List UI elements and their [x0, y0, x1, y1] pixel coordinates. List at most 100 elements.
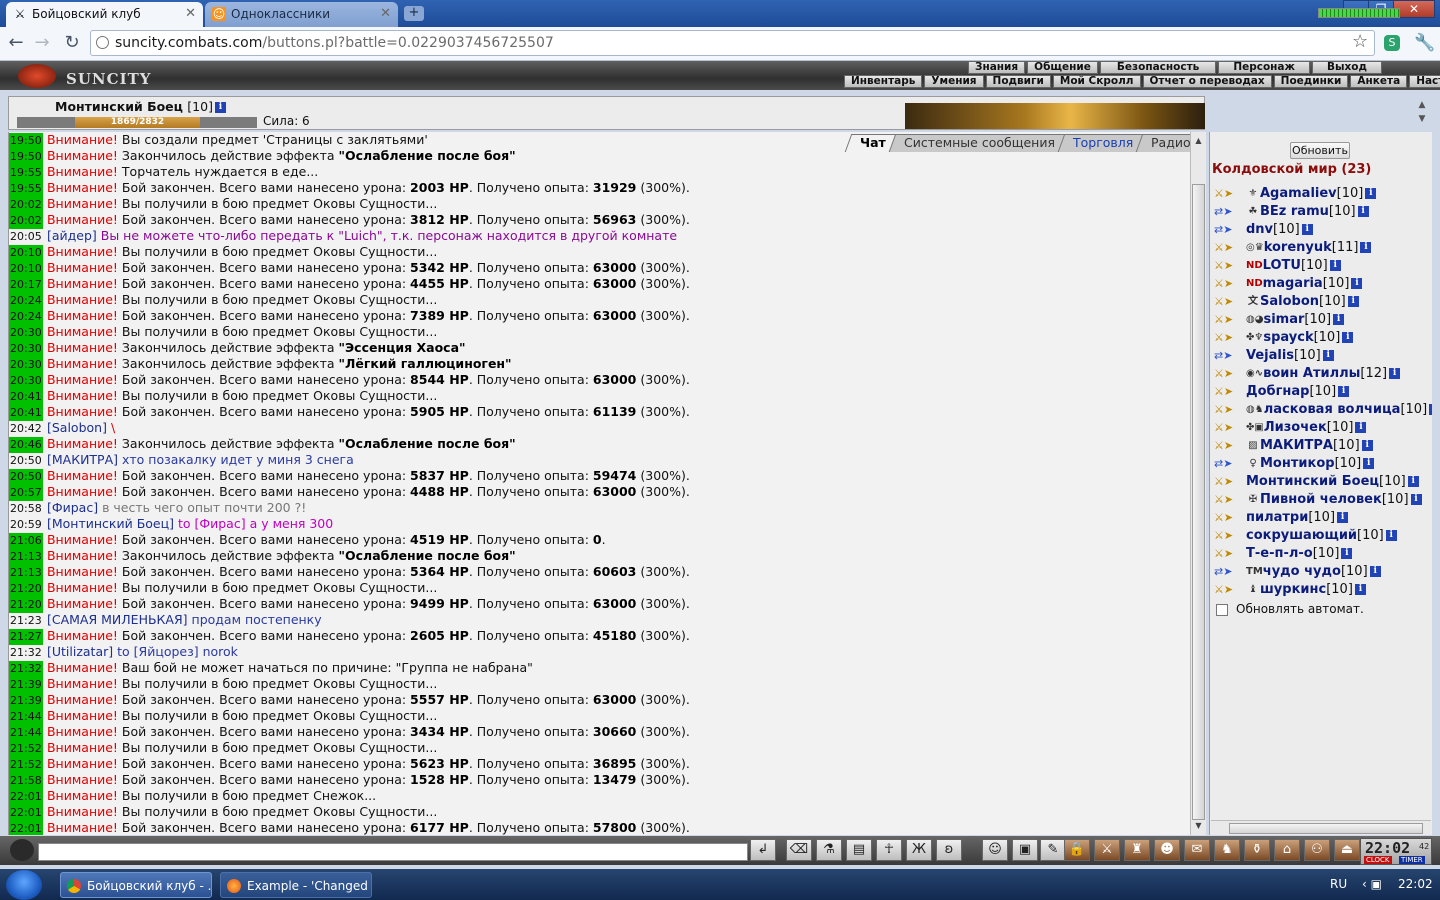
message-time[interactable]: 20:46	[9, 437, 43, 453]
clan-badge-icon[interactable]: ♝	[1246, 583, 1260, 597]
auto-refresh-checkbox[interactable]	[1216, 603, 1228, 616]
taskbar-item-firefox[interactable]: Example - 'Changed ...	[220, 872, 372, 898]
clan-badge-icon[interactable]: ✠	[1246, 493, 1260, 507]
battle-status-icon[interactable]: ⚔➤	[1214, 187, 1233, 201]
chat-tab[interactable]: Системные сообщения	[888, 134, 1071, 152]
message-time[interactable]: 20:41	[9, 389, 43, 405]
player-name[interactable]: воин Атиллы	[1263, 366, 1360, 381]
message-sender[interactable]: [Фирас]	[47, 500, 102, 515]
message-time[interactable]: 19:50	[9, 133, 43, 149]
player-name[interactable]: Лизочек	[1264, 420, 1327, 435]
message-time[interactable]: 21:39	[9, 693, 43, 709]
message-time[interactable]: 20:02	[9, 197, 43, 213]
message-time[interactable]: 21:39	[9, 677, 43, 693]
battle-status-icon[interactable]: ⚔➤	[1214, 313, 1233, 327]
message-sender[interactable]: [Монтинский Боец]	[47, 516, 178, 531]
message-time[interactable]: 20:17	[9, 277, 43, 293]
chat-scrollbar[interactable]: ▲ ▼	[1190, 132, 1206, 835]
message-time[interactable]: 21:06	[9, 533, 43, 549]
player-name[interactable]: Agamaliev	[1260, 186, 1337, 201]
battle-status-icon[interactable]: ⚔➤	[1214, 511, 1233, 525]
menu-exit[interactable]: Выход	[1311, 61, 1382, 74]
message-time[interactable]: 20:41	[9, 405, 43, 421]
battle-status-icon[interactable]: ⚔➤	[1214, 493, 1233, 507]
chat-input[interactable]	[38, 843, 748, 861]
clan-badge-icon[interactable]: ◍◕	[1246, 313, 1263, 327]
info-icon[interactable]: i	[1360, 242, 1372, 253]
clan-badge-icon[interactable]: ✤▣	[1246, 421, 1264, 435]
message-time[interactable]: 20:10	[9, 245, 43, 261]
menu-achievements[interactable]: Подвиги	[985, 75, 1051, 88]
player-name[interactable]: LOTU	[1263, 258, 1301, 273]
message-time[interactable]: 21:20	[9, 597, 43, 613]
message-time[interactable]: 20:24	[9, 309, 43, 325]
panel-scroll-arrows[interactable]: ▲ ▼	[1414, 98, 1430, 128]
menu-knowledge[interactable]: Знания	[968, 61, 1026, 74]
battle-status-icon[interactable]: ⚔➤	[1214, 241, 1233, 255]
battle-status-icon[interactable]: ⚔➤	[1214, 439, 1233, 453]
pet-icon[interactable]: ♞	[1214, 839, 1240, 861]
message-time[interactable]: 20:30	[9, 341, 43, 357]
message-time[interactable]: 20:30	[9, 325, 43, 341]
info-icon[interactable]: i	[1337, 512, 1349, 523]
player-name[interactable]: чудо чудо	[1263, 564, 1341, 579]
menu-profile[interactable]: Анкета	[1350, 75, 1408, 88]
message-sender[interactable]: [САМАЯ МИЛЕНЬКАЯ]	[47, 612, 192, 627]
message-time[interactable]: 20:50	[9, 469, 43, 485]
player-name[interactable]: МАКИТРА	[1260, 438, 1333, 453]
player-name[interactable]: Монтинский Боец	[1246, 474, 1379, 489]
clan-badge-icon[interactable]: ☘	[1246, 205, 1260, 219]
clan-badge-icon[interactable]: TM	[1246, 565, 1263, 579]
message-time[interactable]: 19:55	[9, 181, 43, 197]
player-name[interactable]: Пивной человек	[1260, 492, 1382, 507]
info-icon[interactable]: i	[1301, 224, 1313, 235]
player-name[interactable]: Т-е-п-л-о	[1246, 546, 1313, 561]
message-time[interactable]: 19:50	[9, 149, 43, 165]
clan-badge-icon[interactable]: ♀	[1246, 457, 1260, 471]
online-hscrollbar[interactable]	[1211, 820, 1431, 835]
tab-combats[interactable]: ⚔ Бойцовский клуб ✕	[6, 2, 203, 27]
info-icon[interactable]: i	[1365, 188, 1377, 199]
auto-refresh-option[interactable]: Обновлять автомат.	[1216, 602, 1364, 616]
bag-icon[interactable]: ♜	[1124, 839, 1150, 861]
info-icon[interactable]: i	[1407, 476, 1419, 487]
menu-settings[interactable]: Настройки	[1409, 75, 1440, 88]
menu-character[interactable]: Персонаж	[1218, 61, 1310, 74]
info-icon[interactable]: i	[1385, 530, 1397, 541]
clan-badge-icon[interactable]: ND	[1246, 259, 1263, 273]
scroll-thumb[interactable]	[1192, 184, 1205, 820]
message-time[interactable]: 21:44	[9, 725, 43, 741]
close-icon[interactable]: ✕	[380, 2, 391, 26]
info-icon[interactable]: i	[1363, 458, 1375, 469]
bookmark-star-icon[interactable]: ☆	[1352, 31, 1368, 52]
potion-icon[interactable]: ⚱	[1244, 839, 1270, 861]
new-tab-button[interactable]: +	[404, 6, 424, 21]
translit-icon[interactable]: Ж	[906, 839, 932, 861]
reload-icon[interactable]: ↻	[60, 31, 84, 55]
clan-badge-icon[interactable]: ⚜	[1246, 187, 1260, 201]
message-time[interactable]: 22:01	[9, 805, 43, 821]
message-time[interactable]: 21:52	[9, 757, 43, 773]
clan-badge-icon[interactable]: ND	[1246, 277, 1263, 291]
info-icon[interactable]: i	[1410, 494, 1422, 505]
clan-badge-icon[interactable]: ✤♆	[1246, 331, 1263, 345]
book-icon[interactable]: ▤	[846, 839, 872, 861]
menu-skills[interactable]: Умения	[924, 75, 984, 88]
player-name[interactable]: Монтикор	[1260, 456, 1335, 471]
message-time[interactable]: 21:32	[9, 661, 43, 677]
player-name[interactable]: spayck	[1263, 330, 1313, 345]
lock-icon[interactable]: 🔒	[1064, 839, 1090, 861]
private-message-icon[interactable]: ⇄➤	[1214, 223, 1232, 237]
clan-badge-icon[interactable]: ◍♞	[1246, 403, 1264, 417]
message-time[interactable]: 21:32	[9, 645, 43, 661]
character-name[interactable]: Монтинский Боец [10] i	[55, 99, 226, 114]
player-name[interactable]: Добгнар	[1246, 384, 1309, 399]
info-icon[interactable]: i	[1369, 566, 1381, 577]
house-icon[interactable]: ⌂	[1274, 839, 1300, 861]
group-icon[interactable]: ⚇	[1304, 839, 1330, 861]
battle-status-icon[interactable]: ⚔➤	[1214, 547, 1233, 561]
message-sender[interactable]: [МАКИТРА]	[47, 452, 122, 467]
battle-status-icon[interactable]: ⚔➤	[1214, 331, 1233, 345]
sword-icon[interactable]: ⚔	[1094, 839, 1120, 861]
clan-badge-icon[interactable]: ◎♛	[1246, 241, 1264, 255]
